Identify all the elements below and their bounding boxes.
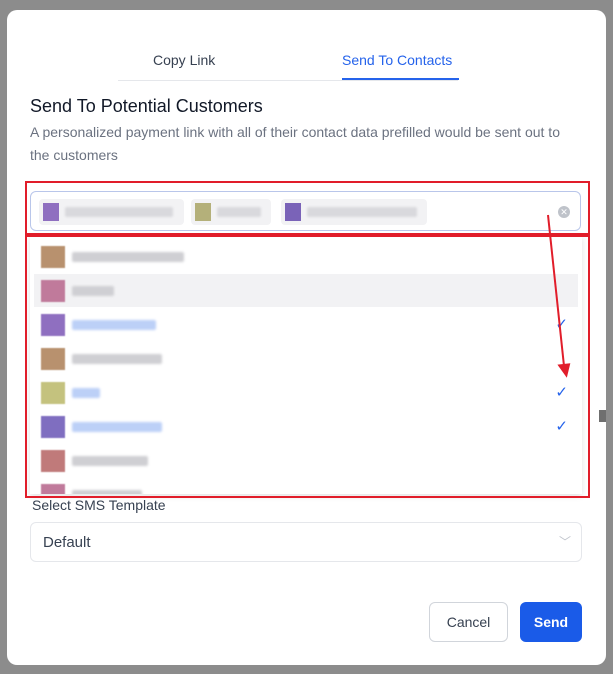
- contacts-dropdown: ✓ ✓ ✓: [30, 236, 582, 494]
- avatar: [41, 484, 65, 494]
- blurred-name: [72, 320, 156, 330]
- avatar: [41, 280, 65, 302]
- contact-option[interactable]: ✓: [34, 308, 578, 341]
- avatar: [41, 348, 65, 370]
- section-title: Send To Potential Customers: [30, 96, 263, 116]
- sms-template-select[interactable]: Default ﹀: [30, 522, 582, 562]
- selected-contact-tag[interactable]: [39, 199, 184, 225]
- contact-option[interactable]: ✓: [34, 410, 578, 443]
- contacts-multiselect[interactable]: ✕: [30, 191, 581, 231]
- avatar: [41, 246, 65, 268]
- contact-option[interactable]: [34, 478, 578, 494]
- payment-link-modal: Copy Link Send To Contacts Send To Poten…: [7, 10, 606, 665]
- blurred-name: [72, 422, 162, 432]
- active-tab-indicator: [342, 78, 459, 80]
- contact-option[interactable]: [34, 342, 578, 375]
- checkmark-icon: ✓: [555, 316, 568, 333]
- contact-option[interactable]: [34, 240, 578, 273]
- sms-template-label: Select SMS Template: [32, 497, 166, 513]
- blurred-name: [72, 286, 114, 296]
- tab-send-to-contacts[interactable]: Send To Contacts: [342, 52, 452, 68]
- avatar: [41, 416, 65, 438]
- avatar: [285, 203, 301, 221]
- blurred-name: [72, 252, 184, 262]
- tab-copy-link[interactable]: Copy Link: [153, 52, 215, 68]
- chevron-down-icon: ﹀: [558, 535, 571, 549]
- backdrop-edge: [599, 410, 606, 422]
- avatar: [195, 203, 211, 221]
- blurred-name: [72, 456, 148, 466]
- avatar: [41, 450, 65, 472]
- blurred-name: [72, 490, 142, 494]
- send-button[interactable]: Send: [520, 602, 582, 642]
- blurred-name: [72, 354, 162, 364]
- blurred-name: [217, 207, 261, 217]
- clear-circle-icon[interactable]: ✕: [558, 206, 570, 218]
- contact-option[interactable]: [34, 274, 578, 307]
- selected-contact-tag[interactable]: [281, 199, 427, 225]
- avatar: [41, 382, 65, 404]
- blurred-name: [72, 388, 100, 398]
- blurred-name: [307, 207, 417, 217]
- cancel-button[interactable]: Cancel: [429, 602, 508, 642]
- sms-template-value: Default: [43, 534, 91, 551]
- checkmark-icon: ✓: [555, 418, 568, 435]
- selected-contact-tag[interactable]: [191, 199, 271, 225]
- contact-option[interactable]: ✓: [34, 376, 578, 409]
- tab-bar: Copy Link Send To Contacts: [118, 50, 459, 81]
- blurred-name: [65, 207, 173, 217]
- checkmark-icon: ✓: [555, 384, 568, 401]
- avatar: [41, 314, 65, 336]
- section-description: A personalized payment link with all of …: [30, 124, 560, 163]
- contact-option[interactable]: [34, 444, 578, 477]
- avatar: [43, 203, 59, 221]
